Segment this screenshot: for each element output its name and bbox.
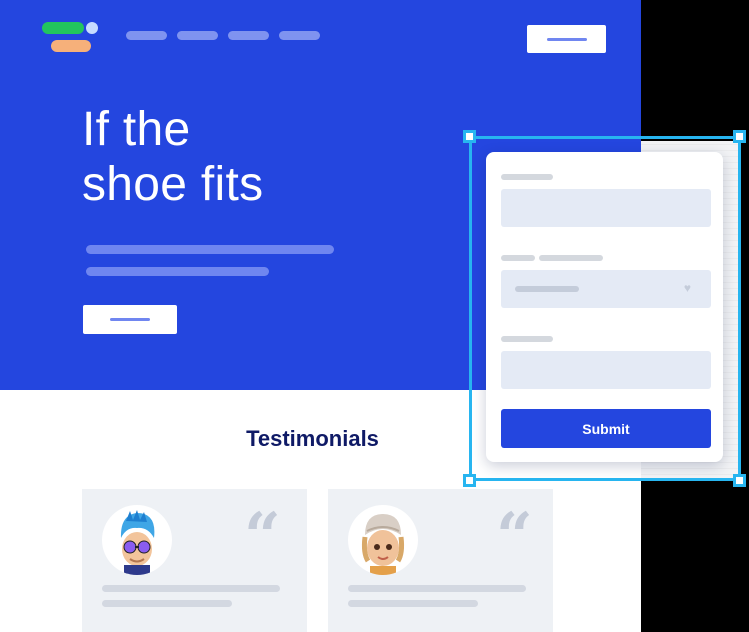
field-label-placeholder bbox=[501, 336, 553, 342]
field-label-placeholder bbox=[501, 255, 535, 261]
button-placeholder-text bbox=[110, 318, 150, 321]
nav-item-1[interactable] bbox=[126, 31, 167, 40]
nav-item-3[interactable] bbox=[228, 31, 269, 40]
select-value-placeholder bbox=[515, 286, 579, 292]
nav-item-4[interactable] bbox=[279, 31, 320, 40]
text-field-1[interactable] bbox=[501, 189, 711, 227]
placeholder-line bbox=[86, 245, 334, 254]
submit-button[interactable]: Submit bbox=[501, 409, 711, 448]
button-placeholder-text bbox=[546, 37, 587, 41]
resize-handle-top-left[interactable] bbox=[463, 130, 476, 143]
nav-menu bbox=[126, 31, 320, 40]
testimonial-card: “ bbox=[82, 489, 307, 632]
hero-title: If the shoe fits bbox=[82, 103, 264, 211]
placeholder-line bbox=[348, 585, 526, 592]
quote-icon: “ bbox=[244, 499, 281, 574]
placeholder-line bbox=[102, 585, 280, 592]
placeholder-line bbox=[102, 600, 232, 607]
resize-handle-bottom-left[interactable] bbox=[463, 474, 476, 487]
select-field[interactable]: ♥ bbox=[501, 270, 711, 308]
field-label-placeholder bbox=[539, 255, 603, 261]
text-field-2[interactable] bbox=[501, 351, 711, 389]
logo-dot bbox=[86, 22, 98, 34]
chevron-down-icon: ♥ bbox=[683, 281, 691, 295]
resize-handle-top-right[interactable] bbox=[733, 130, 746, 143]
avatar-cap-icon bbox=[348, 505, 418, 575]
field-label-placeholder bbox=[501, 174, 553, 180]
nav-item-2[interactable] bbox=[177, 31, 218, 40]
placeholder-line bbox=[86, 267, 269, 276]
form-card: ♥ Submit bbox=[486, 152, 723, 462]
resize-handle-bottom-right[interactable] bbox=[733, 474, 746, 487]
placeholder-line bbox=[348, 600, 478, 607]
hero-subtitle-placeholder bbox=[86, 245, 334, 276]
brand-logo-icon[interactable] bbox=[42, 22, 102, 54]
testimonial-card: “ bbox=[328, 489, 553, 632]
header-cta-button[interactable] bbox=[527, 25, 606, 53]
avatar-blue-hair-icon bbox=[102, 505, 172, 575]
quote-icon: “ bbox=[496, 499, 533, 574]
hero-cta-button[interactable] bbox=[83, 305, 177, 334]
logo-orange-bar bbox=[51, 40, 91, 52]
logo-green-bar bbox=[42, 22, 84, 34]
